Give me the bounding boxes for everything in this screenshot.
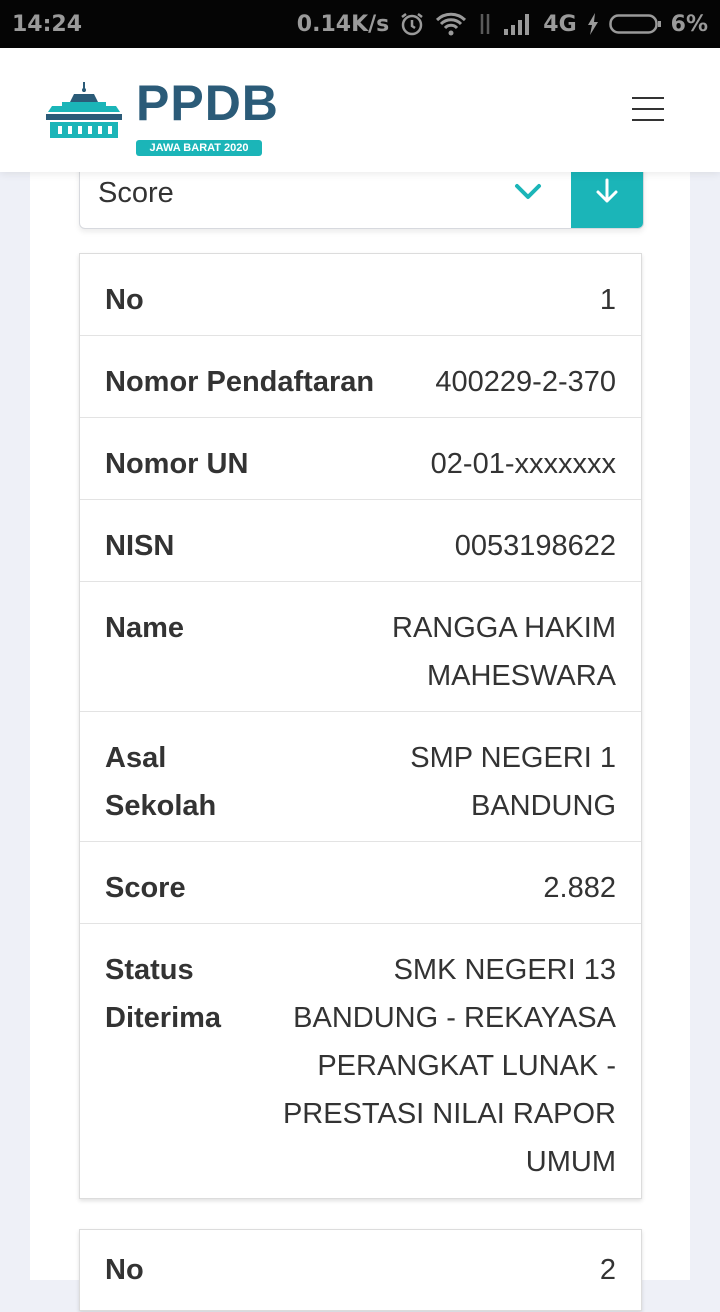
field-label: Nomor UN [105, 448, 249, 480]
ppdb-logo[interactable]: PPDB JAWA BARAT 2020 [44, 78, 278, 156]
record-row-nomor-un: Nomor UN 02-01-xxxxxxx [80, 418, 641, 500]
field-value: 0053198622 [454, 530, 616, 562]
app-header: PPDB JAWA BARAT 2020 [0, 48, 720, 172]
field-value: 400229-2-370 [435, 366, 616, 398]
signal-icon [503, 13, 533, 35]
record-row-nisn: NISN 0053198622 [80, 500, 641, 582]
record-row-nomor-pendaftaran: Nomor Pendaftaran 400229-2-370 [80, 336, 641, 418]
record-row-score: Score 2.882 [80, 842, 641, 924]
field-label: Asal Sekolah [105, 742, 217, 822]
status-time: 14:24 [12, 11, 83, 37]
gedung-sate-icon [46, 82, 122, 138]
record-card: No 2 [79, 1229, 642, 1311]
field-label: No [105, 1254, 144, 1286]
field-label: Status Diterima [105, 954, 222, 1034]
field-label: No [105, 284, 144, 316]
field-value: 2 [599, 1254, 616, 1286]
record-card: No 1 Nomor Pendaftaran 400229-2-370 Nomo… [79, 253, 642, 1199]
status-bar: 14:24 0.14K/s 4G 6% [0, 0, 720, 48]
wifi-icon [435, 12, 467, 36]
battery-icon [608, 13, 661, 35]
sort-select-value: Score [98, 177, 174, 209]
charging-icon [587, 13, 599, 35]
record-row-no: No 2 [80, 1230, 641, 1312]
network-speed: 0.14K/s [296, 11, 390, 37]
battery-percent: 6% [670, 11, 708, 37]
data-transfer-icon [477, 12, 493, 36]
record-row-status-diterima: Status Diterima SMK NEGERI 13 BANDUNG - … [80, 924, 641, 1198]
field-value: 2.882 [543, 872, 616, 904]
hamburger-icon[interactable] [632, 97, 664, 121]
arrow-down-icon [595, 178, 619, 209]
field-value: SMK NEGERI 13 BANDUNG - REKAYASA PERANGK… [282, 954, 616, 1178]
field-value: 1 [599, 284, 616, 316]
logo-title: PPDB [136, 75, 279, 131]
field-label: Name [105, 612, 184, 644]
logo-subtitle: JAWA BARAT 2020 [136, 140, 262, 156]
network-type: 4G [543, 11, 577, 37]
record-row-no: No 1 [80, 254, 641, 336]
field-label: Score [105, 872, 186, 904]
field-label: Nomor Pendaftaran [105, 366, 375, 398]
alarm-icon [399, 11, 425, 37]
field-label: NISN [105, 530, 175, 562]
field-value: SMP NEGERI 1 BANDUNG [410, 742, 616, 822]
chevron-down-icon [514, 183, 542, 206]
field-value: RANGGA HAKIM MAHESWARA [392, 612, 616, 692]
record-row-name: Name RANGGA HAKIM MAHESWARA [80, 582, 641, 712]
field-value: 02-01-xxxxxxx [430, 448, 616, 480]
record-row-asal-sekolah: Asal Sekolah SMP NEGERI 1 BANDUNG [80, 712, 641, 842]
